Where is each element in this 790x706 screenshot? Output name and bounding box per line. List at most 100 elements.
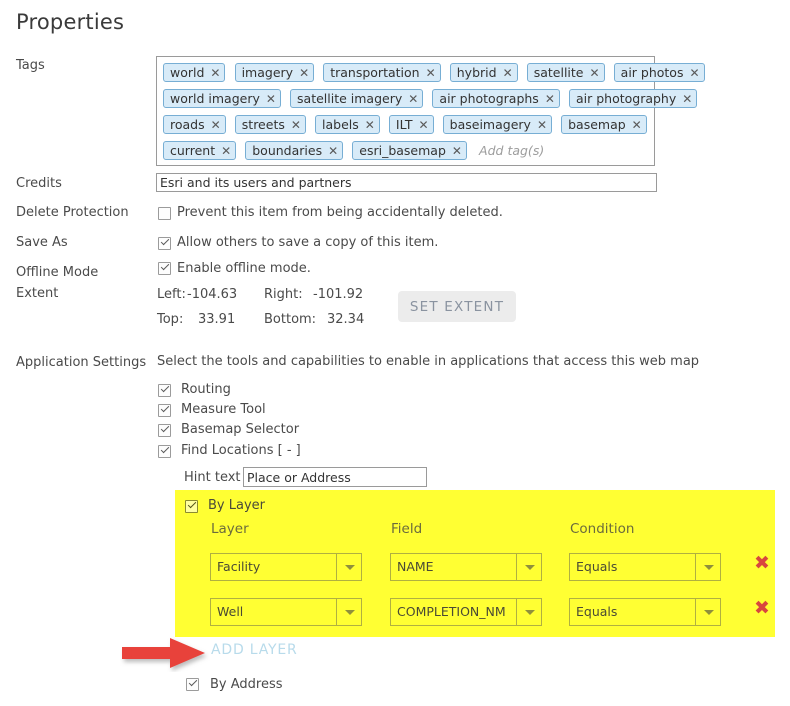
chevron-down-icon[interactable] bbox=[695, 554, 720, 580]
offline-mode-text: Enable offline mode. bbox=[177, 261, 311, 276]
chevron-down-icon[interactable] bbox=[336, 599, 361, 625]
tag-chip[interactable]: streets ✕ bbox=[234, 115, 306, 134]
tag-label: ILT bbox=[395, 117, 413, 132]
condition-select-row-2[interactable]: Equals bbox=[569, 598, 721, 626]
chevron-down-icon[interactable] bbox=[516, 554, 541, 580]
condition-select-row-1[interactable]: Equals bbox=[569, 553, 721, 581]
tag-remove-icon[interactable]: ✕ bbox=[689, 67, 699, 79]
by-address-label: By Address bbox=[210, 677, 283, 692]
application-settings-description: Select the tools and capabilities to ena… bbox=[157, 354, 700, 369]
tag-remove-icon[interactable]: ✕ bbox=[408, 93, 418, 105]
red-arrow-annotation-icon bbox=[122, 638, 205, 668]
tag-chip[interactable]: satellite ✕ bbox=[526, 63, 605, 82]
tag-chip[interactable]: imagery ✕ bbox=[234, 63, 315, 82]
field-select-row-1[interactable]: NAME bbox=[390, 553, 542, 581]
tag-chip[interactable]: labels ✕ bbox=[315, 115, 380, 134]
extent-top-value: 33.91 bbox=[198, 312, 236, 327]
chevron-down-icon[interactable] bbox=[695, 599, 720, 625]
tag-remove-icon[interactable]: ✕ bbox=[221, 145, 231, 157]
tag-remove-icon[interactable]: ✕ bbox=[299, 67, 309, 79]
layer-select-value-row-2: Well bbox=[217, 604, 244, 619]
tool-basemap-selector-checkbox[interactable] bbox=[158, 424, 171, 437]
tag-remove-icon[interactable]: ✕ bbox=[537, 119, 547, 131]
tag-row: current ✕ boundaries ✕ esri_basemap ✕ Add t… bbox=[163, 140, 650, 166]
tag-chip[interactable]: transportation ✕ bbox=[323, 63, 441, 82]
tag-label: transportation bbox=[330, 65, 420, 80]
delete-row-1-icon[interactable]: ✖ bbox=[754, 554, 770, 573]
tag-chip[interactable]: esri_basemap ✕ bbox=[352, 141, 467, 160]
condition-select-value-row-2: Equals bbox=[576, 604, 618, 619]
layer-select-value-row-1: Facility bbox=[217, 559, 261, 574]
tag-chip[interactable]: ILT ✕ bbox=[388, 115, 434, 134]
hint-text-label: Hint text bbox=[184, 470, 241, 485]
tag-remove-icon[interactable]: ✕ bbox=[682, 93, 692, 105]
tag-chip[interactable]: current ✕ bbox=[163, 141, 237, 160]
field-select-row-2[interactable]: COMPLETION_NM bbox=[390, 598, 542, 626]
field-select-value-row-1: NAME bbox=[397, 559, 434, 574]
extent-bottom-value: 32.34 bbox=[327, 312, 365, 327]
tag-label: imagery bbox=[241, 65, 294, 80]
chevron-down-icon[interactable] bbox=[516, 599, 541, 625]
tag-chip[interactable]: air photography ✕ bbox=[568, 89, 698, 108]
tool-find-locations-checkbox[interactable] bbox=[158, 445, 171, 458]
extent-top-label: Top: bbox=[157, 312, 184, 327]
tag-label: hybrid bbox=[456, 65, 497, 80]
add-layer-link[interactable]: ADD LAYER bbox=[211, 642, 298, 658]
delete-protection-checkbox[interactable] bbox=[158, 207, 171, 220]
tag-remove-icon[interactable]: ✕ bbox=[632, 119, 642, 131]
save-as-checkbox[interactable] bbox=[158, 237, 171, 250]
condition-select-value-row-1: Equals bbox=[576, 559, 618, 574]
tag-label: roads bbox=[170, 117, 205, 132]
tag-remove-icon[interactable]: ✕ bbox=[365, 119, 375, 131]
tag-row: world ✕ imagery ✕ transportation ✕ hybrid ✕ … bbox=[163, 62, 705, 88]
properties-page: Properties Tags world ✕ imagery ✕ transpor… bbox=[0, 0, 790, 706]
tag-chip[interactable]: hybrid ✕ bbox=[449, 63, 518, 82]
tag-label: basemap bbox=[568, 117, 626, 132]
tag-remove-icon[interactable]: ✕ bbox=[590, 67, 600, 79]
tool-find-locations-label: Find Locations [ - ] bbox=[181, 443, 301, 458]
tag-label: esri_basemap bbox=[359, 143, 446, 158]
tool-routing-checkbox[interactable] bbox=[158, 384, 171, 397]
delete-row-2-icon[interactable]: ✖ bbox=[754, 599, 770, 618]
tag-remove-icon[interactable]: ✕ bbox=[266, 93, 276, 105]
tags-input-box[interactable]: world ✕ imagery ✕ transportation ✕ hybrid ✕ … bbox=[156, 56, 705, 166]
by-layer-label: By Layer bbox=[208, 498, 265, 513]
tag-remove-icon[interactable]: ✕ bbox=[545, 93, 555, 105]
tag-chip[interactable]: baseimagery ✕ bbox=[442, 115, 552, 134]
chevron-down-icon[interactable] bbox=[336, 554, 361, 580]
save-as-label: Save As bbox=[16, 235, 68, 250]
save-as-text: Allow others to save a copy of this item… bbox=[177, 235, 439, 250]
tag-chip[interactable]: air photos ✕ bbox=[613, 63, 705, 82]
tag-chip[interactable]: air photographs ✕ bbox=[432, 89, 560, 108]
extent-right-value: -101.92 bbox=[313, 287, 364, 302]
tag-chip[interactable]: world imagery ✕ bbox=[163, 89, 281, 108]
tag-label: air photos bbox=[620, 65, 684, 80]
tag-chip[interactable]: world ✕ bbox=[163, 63, 226, 82]
layer-select-row-2[interactable]: Well bbox=[210, 598, 362, 626]
tag-remove-icon[interactable]: ✕ bbox=[426, 67, 436, 79]
tool-basemap-selector-label: Basemap Selector bbox=[181, 422, 300, 437]
tag-chip[interactable]: basemap ✕ bbox=[561, 115, 647, 134]
by-layer-checkbox[interactable] bbox=[185, 500, 198, 513]
tag-label: air photographs bbox=[439, 91, 539, 106]
tag-remove-icon[interactable]: ✕ bbox=[211, 119, 221, 131]
hint-text-input[interactable] bbox=[243, 467, 427, 487]
tag-remove-icon[interactable]: ✕ bbox=[291, 119, 301, 131]
by-layer-panel: By Layer Layer Field Condition Facility … bbox=[175, 490, 775, 637]
set-extent-button[interactable]: SET EXTENT bbox=[398, 291, 516, 322]
tag-remove-icon[interactable]: ✕ bbox=[503, 67, 513, 79]
tag-remove-icon[interactable]: ✕ bbox=[210, 67, 220, 79]
tag-remove-icon[interactable]: ✕ bbox=[452, 145, 462, 157]
add-tag-placeholder[interactable]: Add tag(s) bbox=[479, 143, 544, 158]
tag-chip[interactable]: roads ✕ bbox=[163, 115, 226, 134]
tool-measure-checkbox[interactable] bbox=[158, 404, 171, 417]
tag-chip[interactable]: boundaries ✕ bbox=[245, 141, 344, 160]
layer-select-row-1[interactable]: Facility bbox=[210, 553, 362, 581]
tag-label: world bbox=[170, 65, 205, 80]
by-address-checkbox[interactable] bbox=[186, 678, 199, 691]
credits-input[interactable] bbox=[156, 173, 657, 192]
tag-remove-icon[interactable]: ✕ bbox=[328, 145, 338, 157]
offline-mode-checkbox[interactable] bbox=[158, 262, 171, 275]
tag-remove-icon[interactable]: ✕ bbox=[419, 119, 429, 131]
tag-chip[interactable]: satellite imagery ✕ bbox=[290, 89, 424, 108]
